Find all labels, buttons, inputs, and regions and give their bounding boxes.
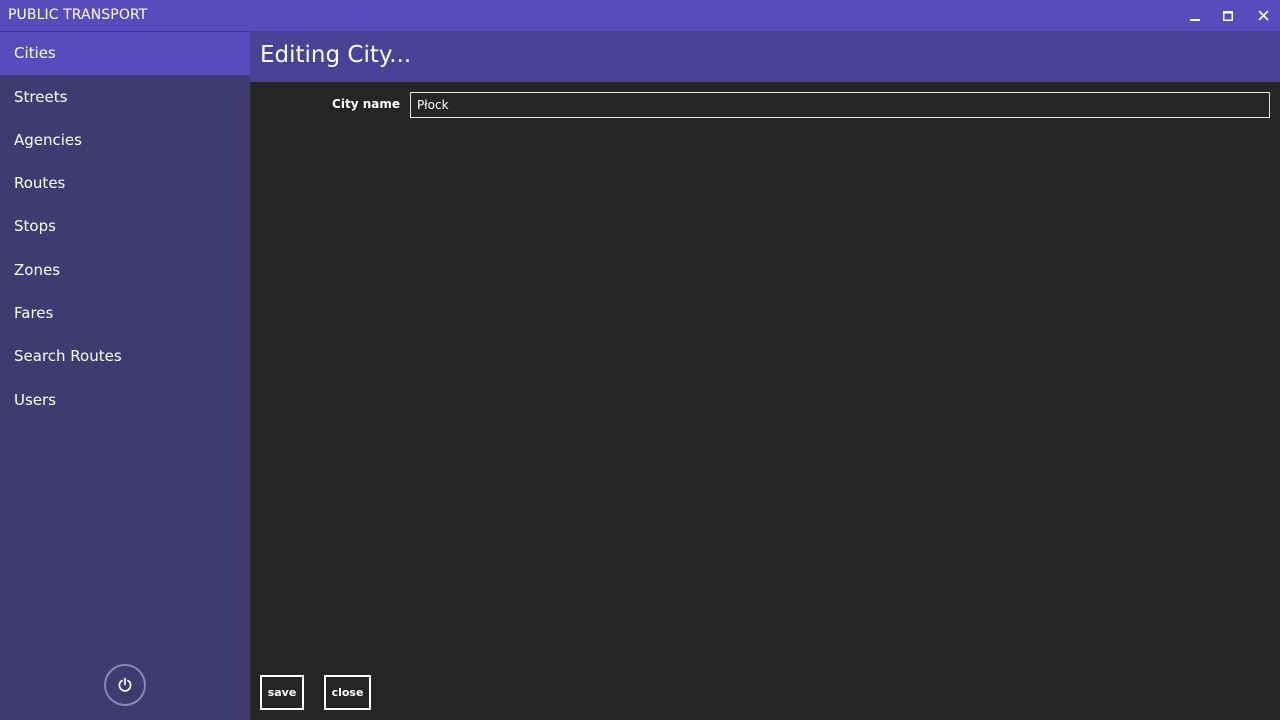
sidebar-item-search-routes[interactable]: Search Routes bbox=[0, 335, 250, 378]
maximize-icon bbox=[1223, 10, 1233, 21]
sidebar-item-label: Cities bbox=[14, 44, 56, 62]
sidebar-item-label: Fares bbox=[14, 304, 54, 322]
sidebar-item-label: Streets bbox=[14, 88, 68, 106]
sidebar-item-users[interactable]: Users bbox=[0, 379, 250, 422]
close-button[interactable]: close bbox=[324, 675, 371, 710]
sidebar-item-fares[interactable]: Fares bbox=[0, 292, 250, 335]
maximize-button[interactable] bbox=[1211, 0, 1245, 31]
sidebar-item-label: Search Routes bbox=[14, 347, 122, 365]
close-icon bbox=[1257, 10, 1269, 21]
sidebar-item-label: Stops bbox=[14, 217, 56, 235]
title-bar: PUBLIC TRANSPORT bbox=[0, 0, 1280, 31]
power-icon bbox=[118, 677, 132, 692]
sidebar-item-label: Agencies bbox=[14, 131, 82, 149]
sidebar-item-routes[interactable]: Routes bbox=[0, 162, 250, 205]
city-name-label: City name bbox=[332, 97, 400, 111]
power-button[interactable] bbox=[104, 664, 146, 706]
sidebar-item-streets[interactable]: Streets bbox=[0, 76, 250, 119]
main-content: Editing City... City name save close bbox=[250, 31, 1280, 720]
sidebar-item-cities[interactable]: Cities bbox=[0, 32, 250, 75]
sidebar-item-zones[interactable]: Zones bbox=[0, 249, 250, 292]
sidebar: Cities Streets Agencies Routes Stops Zon… bbox=[0, 31, 250, 720]
save-button[interactable]: save bbox=[260, 675, 304, 710]
sidebar-item-label: Users bbox=[14, 391, 57, 409]
city-name-input[interactable] bbox=[410, 92, 1270, 118]
sidebar-item-label: Zones bbox=[14, 261, 61, 279]
minimize-icon bbox=[1190, 18, 1200, 21]
page-title: Editing City... bbox=[260, 42, 412, 68]
sidebar-item-label: Routes bbox=[14, 174, 66, 192]
close-window-button[interactable] bbox=[1246, 0, 1280, 31]
sidebar-item-stops[interactable]: Stops bbox=[0, 205, 250, 248]
sidebar-item-agencies[interactable]: Agencies bbox=[0, 119, 250, 162]
minimize-button[interactable] bbox=[1178, 0, 1212, 31]
app-title: PUBLIC TRANSPORT bbox=[8, 7, 148, 23]
page-header: Editing City... bbox=[250, 31, 1280, 82]
